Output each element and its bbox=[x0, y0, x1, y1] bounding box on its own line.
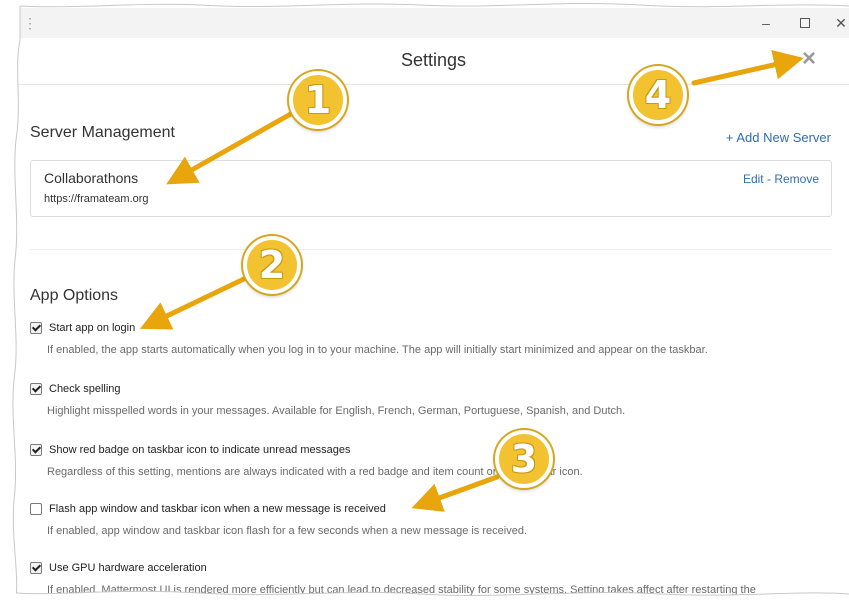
add-new-server-link[interactable]: + Add New Server bbox=[726, 130, 831, 145]
option-label[interactable]: Use GPU hardware acceleration bbox=[49, 562, 207, 574]
option-red-badge: Show red badge on taskbar icon to indica… bbox=[30, 443, 845, 478]
server-management-title: Server Management bbox=[30, 124, 175, 141]
option-flash-window: Flash app window and taskbar icon when a… bbox=[30, 502, 845, 537]
maximize-button[interactable] bbox=[790, 12, 820, 34]
section-divider bbox=[30, 249, 832, 250]
check-spelling-checkbox[interactable] bbox=[30, 383, 42, 395]
minimize-button[interactable]: – bbox=[751, 12, 781, 34]
modal-close-icon[interactable]: × bbox=[802, 46, 816, 72]
option-gpu-acceleration: Use GPU hardware acceleration If enabled… bbox=[30, 561, 845, 596]
modal-title: Settings bbox=[400, 50, 467, 70]
screenshot-stage: ⋮ – ✕ Settings × Server Management + Add… bbox=[0, 0, 849, 600]
server-card[interactable]: Collaborathons https://framateam.org Edi… bbox=[30, 160, 832, 217]
arrow-2 bbox=[139, 275, 249, 330]
modal-header: Settings × bbox=[18, 38, 849, 85]
option-help-text: Highlight misspelled words in your messa… bbox=[47, 405, 626, 417]
annotation-badge-1: 1 bbox=[289, 71, 347, 129]
option-check-spelling: Check spelling Highlight misspelled word… bbox=[30, 382, 845, 417]
window-titlebar: ⋮ – ✕ bbox=[18, 8, 849, 38]
option-label[interactable]: Show red badge on taskbar icon to indica… bbox=[49, 444, 350, 456]
option-label[interactable]: Flash app window and taskbar icon when a… bbox=[49, 503, 386, 515]
arrow-3 bbox=[411, 474, 500, 512]
option-help-text: If enabled, Mattermost UI is rendered mo… bbox=[47, 584, 756, 596]
option-start-on-login: Start app on login If enabled, the app s… bbox=[30, 321, 845, 356]
app-menu-icon[interactable]: ⋮ bbox=[23, 14, 37, 32]
server-actions: Edit - Remove bbox=[743, 172, 819, 186]
maximize-icon bbox=[800, 18, 810, 29]
option-help-text: Regardless of this setting, mentions are… bbox=[47, 466, 583, 478]
action-separator: - bbox=[763, 172, 775, 186]
edit-server-link[interactable]: Edit bbox=[743, 172, 764, 186]
option-label[interactable]: Start app on login bbox=[49, 322, 135, 334]
red-badge-checkbox[interactable] bbox=[30, 444, 42, 456]
option-help-text: If enabled, the app starts automatically… bbox=[47, 344, 708, 356]
option-label[interactable]: Check spelling bbox=[49, 383, 121, 395]
flash-window-checkbox[interactable] bbox=[30, 503, 42, 515]
server-url: https://framateam.org bbox=[44, 193, 149, 205]
annotation-badge-4: 4 bbox=[629, 66, 687, 124]
window-close-button[interactable]: ✕ bbox=[826, 12, 849, 34]
app-options-title: App Options bbox=[30, 287, 119, 304]
remove-server-link[interactable]: Remove bbox=[774, 172, 819, 186]
start-on-login-checkbox[interactable] bbox=[30, 322, 42, 334]
gpu-acceleration-checkbox[interactable] bbox=[30, 562, 42, 574]
annotation-badge-3: 3 bbox=[495, 430, 553, 488]
option-help-text: If enabled, app window and taskbar icon … bbox=[47, 525, 527, 537]
server-name: Collaborathons bbox=[44, 170, 139, 186]
annotation-badge-2: 2 bbox=[243, 236, 301, 294]
